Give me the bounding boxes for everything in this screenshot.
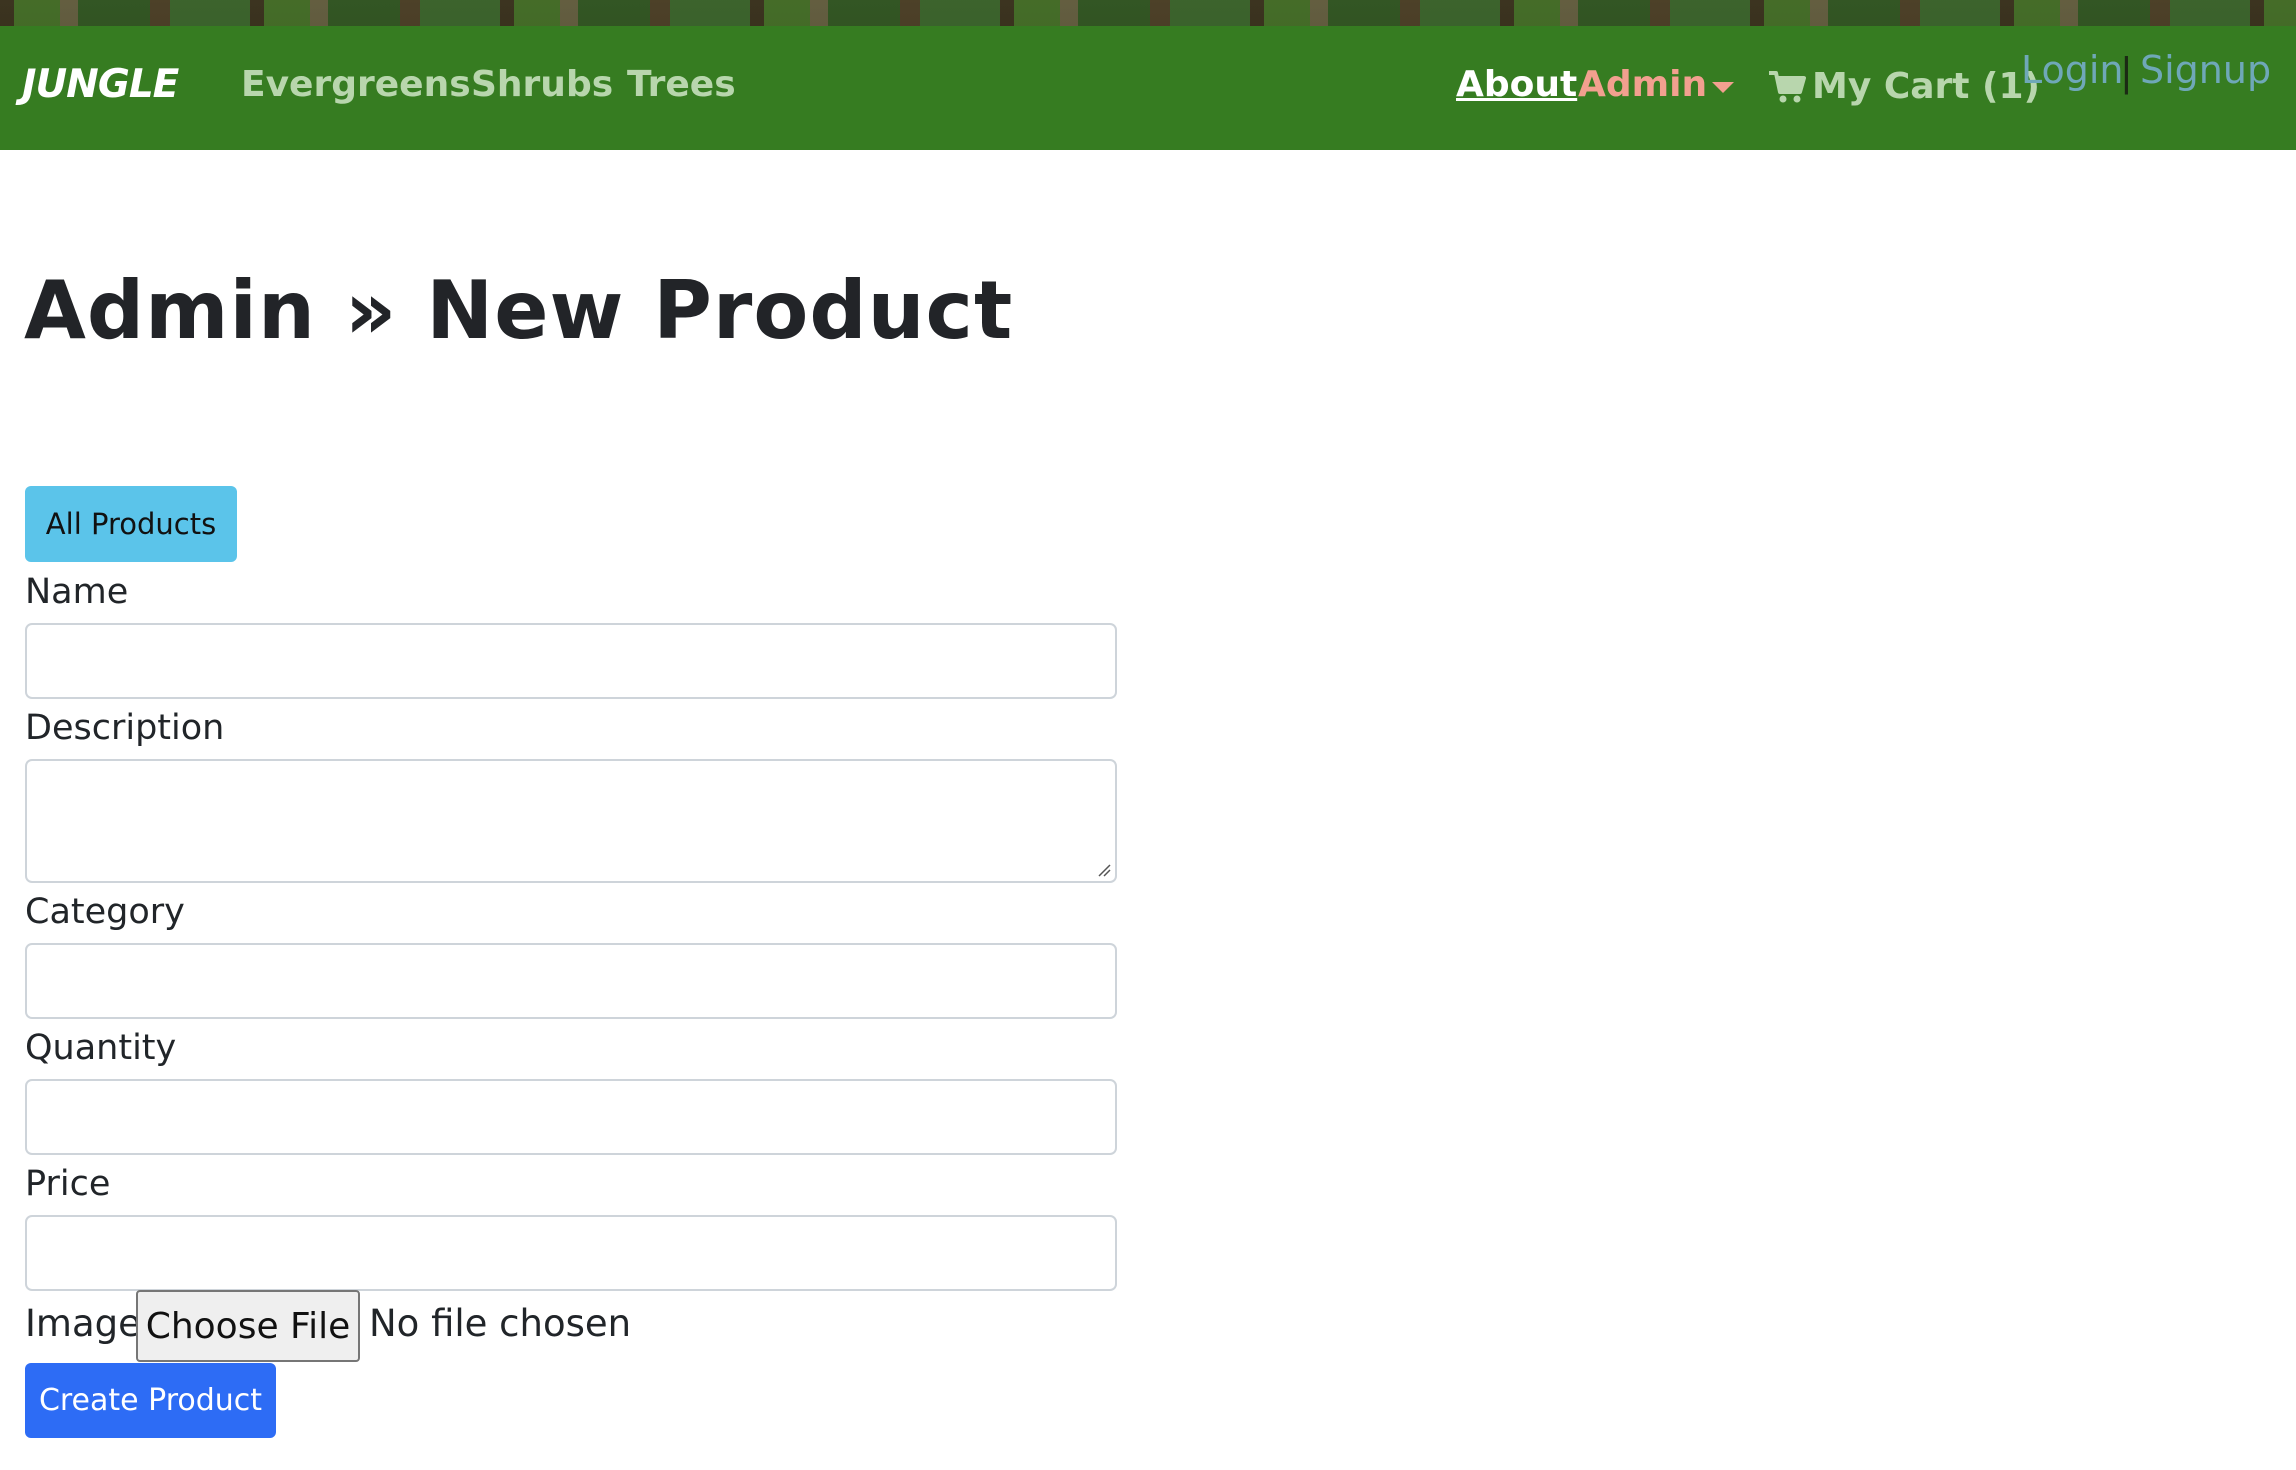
cart-icon[interactable]: [1768, 70, 1806, 104]
nav-link-about[interactable]: About: [1456, 64, 1577, 105]
category-label: Category: [25, 892, 185, 932]
nav-link-shrubs[interactable]: Shrubs: [471, 64, 613, 105]
create-product-button[interactable]: Create Product: [25, 1363, 276, 1438]
admin-dropdown[interactable]: Admin: [1578, 64, 1707, 105]
price-label: Price: [25, 1164, 111, 1204]
image-label: Image: [25, 1302, 141, 1345]
nav-link-trees[interactable]: Trees: [627, 64, 736, 105]
all-products-button[interactable]: All Products: [25, 486, 237, 562]
navbar: JUNGLE Evergreens Shrubs Trees About Adm…: [0, 26, 2296, 150]
choose-file-button[interactable]: Choose File: [136, 1290, 360, 1362]
price-field[interactable]: [25, 1215, 1117, 1291]
name-field[interactable]: [25, 623, 1117, 699]
nav-link-signup[interactable]: Signup: [2140, 48, 2271, 92]
brand-logo[interactable]: JUNGLE: [22, 62, 179, 107]
description-label: Description: [25, 708, 225, 748]
quantity-label: Quantity: [25, 1028, 177, 1068]
name-label: Name: [25, 572, 129, 612]
file-status-text: No file chosen: [369, 1302, 632, 1345]
quantity-field[interactable]: [25, 1079, 1117, 1155]
description-field[interactable]: [25, 759, 1117, 883]
chevron-down-icon[interactable]: [1712, 82, 1734, 93]
category-field[interactable]: [25, 943, 1117, 1019]
resize-handle-icon[interactable]: [1097, 863, 1111, 877]
page-title: Admin » New Product: [24, 264, 1014, 357]
nav-separator: |: [2120, 50, 2133, 94]
nav-link-cart[interactable]: My Cart (1): [1812, 66, 2040, 107]
header-background-image: [0, 0, 2296, 26]
nav-link-login[interactable]: Login: [2021, 48, 2124, 92]
nav-link-evergreens[interactable]: Evergreens: [241, 64, 471, 105]
